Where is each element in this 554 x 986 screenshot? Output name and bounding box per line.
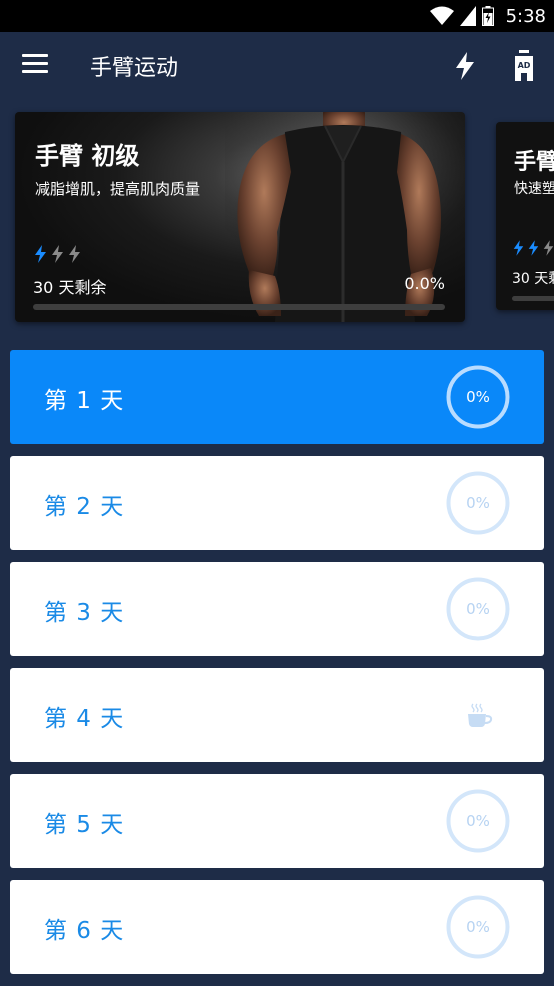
difficulty-level xyxy=(33,245,82,263)
day-label: 第 4 天 xyxy=(44,706,125,732)
page-title: 手臂运动 xyxy=(90,56,179,81)
bolt-level-icon xyxy=(513,240,524,256)
plan-card-beginner[interactable]: 手臂 初级 减脂增肌，提高肌肉质量 30 天剩余 0.0% xyxy=(15,112,465,322)
bolt-level-icon xyxy=(35,245,46,263)
menu-icon[interactable] xyxy=(22,54,48,76)
day-label: 第 5 天 xyxy=(44,812,125,838)
ad-icon[interactable]: AD xyxy=(510,50,538,82)
plan-title: 手臂 初级 xyxy=(35,142,140,170)
status-bar: 5:38 xyxy=(0,0,554,32)
day-row-3[interactable]: 第 3 天 0% xyxy=(10,562,544,656)
bolt-icon[interactable] xyxy=(452,52,478,80)
progress-text: 0% xyxy=(466,812,490,830)
battery-icon xyxy=(481,6,494,26)
day-row-1[interactable]: 第 1 天 0% xyxy=(10,350,544,444)
day-row-5[interactable]: 第 5 天 0% xyxy=(10,774,544,868)
progress-text: 0% xyxy=(466,918,490,936)
coffee-cup-icon xyxy=(468,703,493,727)
progress-text: 0% xyxy=(466,494,490,512)
plan-subtitle: 快速塑 xyxy=(514,181,554,197)
day-row-4-rest[interactable]: 第 4 天 xyxy=(10,668,544,762)
plan-percent: 0.0% xyxy=(404,274,445,293)
signal-icon xyxy=(459,6,476,26)
bolt-level-icon xyxy=(52,245,63,263)
wifi-icon xyxy=(429,6,454,25)
day-row-2[interactable]: 第 2 天 0% xyxy=(10,456,544,550)
bolt-level-icon xyxy=(69,245,80,263)
bolt-level-icon xyxy=(528,240,539,256)
days-remaining: 30 天剩余 xyxy=(33,278,107,297)
app-bar: 手臂运动 AD xyxy=(0,32,554,100)
day-label: 第 3 天 xyxy=(44,600,125,626)
plan-progress-bar xyxy=(512,296,554,301)
progress-text: 0% xyxy=(466,600,490,618)
status-icons: 5:38 xyxy=(429,4,546,28)
plan-card-next[interactable]: 手臂 快速塑 30 天剩 xyxy=(496,122,554,310)
status-time: 5:38 xyxy=(505,5,546,27)
days-remaining: 30 天剩 xyxy=(512,271,554,287)
plan-subtitle: 减脂增肌，提高肌肉质量 xyxy=(35,180,201,198)
day-row-6[interactable]: 第 6 天 0% xyxy=(10,880,544,974)
plan-progress-bar xyxy=(33,304,445,310)
day-label: 第 1 天 xyxy=(44,388,125,414)
day-label: 第 2 天 xyxy=(44,494,125,520)
difficulty-level xyxy=(512,240,554,256)
progress-text: 0% xyxy=(466,388,490,406)
svg-text:AD: AD xyxy=(518,61,531,70)
plan-title: 手臂 xyxy=(514,150,554,175)
bolt-level-icon xyxy=(543,240,554,256)
day-label: 第 6 天 xyxy=(44,918,125,944)
